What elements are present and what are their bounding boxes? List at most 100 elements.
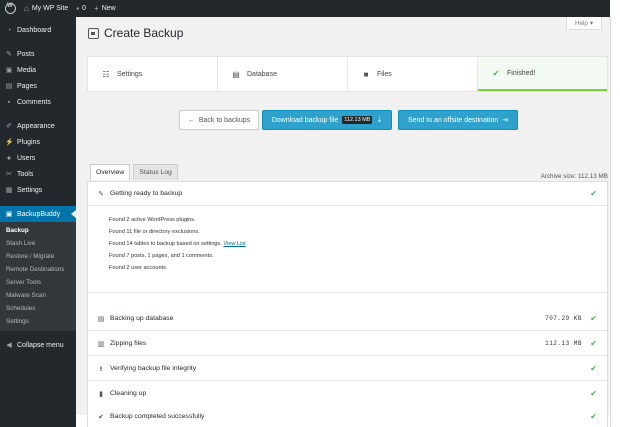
sidebar-item-appearance[interactable]: ✐ Appearance: [0, 118, 76, 134]
step-finished: ✔ Finished!: [478, 57, 607, 91]
send-offsite-button[interactable]: Send to an offsite destination ⇥: [398, 110, 518, 130]
view-list-link[interactable]: View List: [223, 241, 245, 247]
comment-icon: ▪: [7, 98, 11, 106]
submenu-item-server-tools[interactable]: Server Tools: [0, 276, 76, 289]
step-files: ■ Files: [348, 57, 478, 91]
sidebar-item-label: Media: [17, 66, 37, 74]
main-content: Help ▾ Create Backup ☷ Settings ▤ Databa…: [76, 17, 610, 427]
arrow-left-icon: ←: [187, 116, 195, 124]
check-icon: ✔: [590, 389, 597, 398]
media-icon: ▣: [5, 67, 13, 74]
check-icon: ✔: [590, 339, 597, 348]
sliders-icon: ☷: [102, 69, 110, 79]
sidebar-item-backupbuddy[interactable]: ▣ BackupBuddy: [0, 206, 76, 222]
step-label: Settings: [117, 70, 143, 78]
overview-panel: ✎ Getting ready to backup ✔ Found 2 acti…: [87, 181, 608, 413]
step-row-verifying[interactable]: ♗ Verifying backup file integrity ✔: [88, 357, 607, 381]
sidebar-item-label: Plugins: [17, 138, 40, 146]
collapse-icon: ◀: [6, 342, 12, 349]
sidebar-item-label: BackupBuddy: [17, 210, 61, 218]
sidebar-item-plugins[interactable]: ⚡ Plugins: [0, 134, 76, 150]
wordpress-logo-icon[interactable]: [5, 3, 16, 14]
sidebar-item-pages[interactable]: ▤ Pages: [0, 78, 76, 94]
collapse-menu-button[interactable]: ◀ Collapse menu: [0, 337, 76, 353]
new-label: New: [101, 5, 116, 12]
step-row-database[interactable]: ▤ Backing up database 707.29 KB ✔: [88, 307, 607, 331]
tab-status-log[interactable]: Status Log: [133, 164, 178, 180]
detail-plugins: Found 2 active WordPress plugins.: [109, 217, 196, 223]
check-icon: ✔: [590, 364, 597, 373]
step-settings: ☷ Settings: [88, 57, 218, 91]
step-row-completed-visible[interactable]: ✔ Backup completed successfully ✔: [87, 405, 608, 427]
row-label: Backup completed successfully: [110, 413, 205, 420]
row-label: Zipping files: [110, 340, 147, 347]
sidebar-item-media[interactable]: ▣ Media: [0, 62, 76, 78]
check-icon: ✔: [590, 189, 597, 198]
sidebar-item-label: Users: [17, 154, 36, 162]
comment-icon: ▪: [76, 4, 80, 13]
sidebar-item-comments[interactable]: ▪ Comments: [0, 94, 76, 110]
back-label: Back to backups: [198, 116, 251, 124]
folder-icon: ■: [363, 69, 369, 79]
check-icon: ✔: [590, 314, 597, 323]
wrench-icon: ✎: [98, 190, 104, 198]
back-to-backups-button[interactable]: ← Back to backups: [179, 110, 259, 130]
users-icon: ●: [6, 154, 12, 162]
tab-overview[interactable]: Overview: [90, 164, 131, 180]
sidebar-item-label: Settings: [17, 186, 43, 194]
backup-actions: ← Back to backups Download backup file 1…: [76, 110, 610, 130]
detail-exclusions: Found 11 file or directory exclusions.: [109, 229, 200, 235]
sidebar-item-tools[interactable]: ✂ Tools: [0, 166, 76, 182]
check-icon: ✔: [590, 412, 597, 421]
site-name: My WP Site: [31, 5, 69, 12]
submenu-item-restore-migrate[interactable]: Restore / Migrate: [0, 250, 76, 263]
trash-icon: ▮: [99, 390, 103, 398]
step-row-cleaning[interactable]: ▮ Cleaning up ✔: [88, 382, 607, 406]
submenu-item-malware-scan[interactable]: Malware Scan: [0, 289, 76, 302]
backup-steps: ☷ Settings ▤ Database ■ Files ✔ Finished…: [87, 56, 608, 92]
comments-link[interactable]: ▪ 0: [76, 4, 86, 13]
row-label: Cleaning up: [110, 390, 147, 397]
detail-tables-text: Found 14 tables to backup based on setti…: [109, 241, 222, 247]
row-size: 112.13 MB: [545, 340, 582, 347]
download-backup-button[interactable]: Download backup file 112.13 MB ⇣: [262, 110, 392, 130]
check-icon: ✔: [98, 413, 104, 421]
submenu-item-backup[interactable]: Backup: [0, 224, 76, 237]
step-label: Database: [247, 70, 277, 78]
chevron-down-icon: ▾: [589, 19, 594, 27]
submenu-item-stash-live[interactable]: Stash Live: [0, 237, 76, 250]
dashboard-icon: ◔: [6, 26, 12, 34]
sidebar-item-users[interactable]: ● Users: [0, 150, 76, 166]
row-label: Getting ready to backup: [110, 190, 183, 197]
sidebar-item-label: Dashboard: [17, 26, 52, 34]
site-name-link[interactable]: ⌂ My WP Site: [24, 4, 68, 13]
sidebar-item-settings[interactable]: ▦ Settings: [0, 182, 76, 198]
backup-file-icon: [88, 27, 99, 39]
database-icon: ▤: [232, 69, 240, 79]
plug-icon: ⚡: [5, 139, 14, 146]
submenu-item-remote-destinations[interactable]: Remote Destinations: [0, 263, 76, 276]
row-label: Verifying backup file integrity: [110, 365, 197, 372]
page-title: Create Backup: [88, 26, 183, 40]
row-size: 707.29 KB: [545, 315, 582, 322]
step-row-zipping[interactable]: ▥ Zipping files 112.13 MB ✔: [88, 332, 607, 356]
detail-users: Found 2 user accounts.: [109, 265, 168, 271]
help-button[interactable]: Help ▾: [566, 17, 602, 30]
admin-bar: ⌂ My WP Site ▪ 0 + New: [0, 0, 610, 17]
verify-icon: ♗: [97, 365, 105, 373]
submenu-item-schedules[interactable]: Schedules: [0, 302, 76, 315]
home-icon: ⌂: [24, 4, 29, 13]
step-database: ▤ Database: [218, 57, 348, 91]
getting-ready-details: Found 2 active WordPress plugins. Found …: [88, 207, 607, 293]
database-icon: ▤: [97, 315, 105, 323]
sidebar-item-label: Comments: [17, 98, 51, 106]
submenu-item-settings[interactable]: Settings: [0, 315, 76, 328]
step-row-getting-ready[interactable]: ✎ Getting ready to backup ✔: [88, 182, 607, 206]
sidebar-item-posts[interactable]: ✎ Posts: [0, 46, 76, 62]
admin-sidebar: ◔ Dashboard ✎ Posts ▣ Media ▤ Pages ▪ Comment…: [0, 17, 76, 427]
new-content-link[interactable]: + New: [94, 4, 116, 13]
detail-tables: Found 14 tables to backup based on setti…: [109, 241, 607, 253]
archive-size: Archive size: 112.13 MB: [540, 173, 608, 180]
step-label: Finished!: [507, 69, 536, 77]
sidebar-item-dashboard[interactable]: ◔ Dashboard: [0, 22, 76, 38]
